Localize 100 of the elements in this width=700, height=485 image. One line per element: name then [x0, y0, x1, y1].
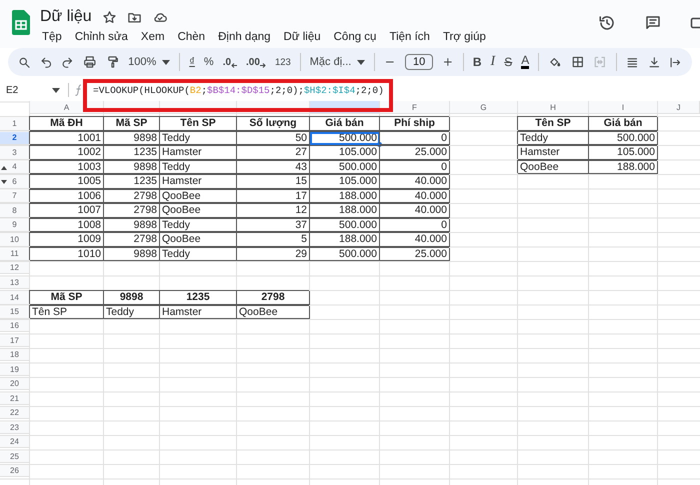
table-cell: Số lượng: [237, 117, 310, 131]
table-cell: 1003: [30, 160, 104, 174]
menu-item[interactable]: Trợ giúp: [440, 29, 492, 45]
row-header[interactable]: 7: [0, 190, 30, 204]
undo-icon[interactable]: [40, 56, 52, 68]
row-header[interactable]: 3: [0, 146, 30, 160]
table-cell: 1008: [30, 218, 104, 232]
font-size-field[interactable]: 10: [404, 54, 434, 70]
column-header[interactable]: J: [658, 101, 700, 114]
formula-text[interactable]: =VLOOKUP(HLOOKUP(B2;$B$14:$D$15;2;0);$H$2:$I$4;2;0): [93, 84, 384, 96]
plus-icon[interactable]: [442, 56, 454, 68]
vertical-align-icon[interactable]: [648, 56, 660, 68]
table-cell: 105.000: [589, 146, 658, 160]
table-cell: 0: [380, 160, 450, 174]
table-cell: 1009: [30, 233, 104, 247]
table-cell: 188.000: [310, 204, 380, 218]
name-box[interactable]: E2: [6, 84, 18, 96]
spreadsheet-logo[interactable]: [12, 10, 30, 35]
menu-item[interactable]: Dữ liệu: [282, 29, 327, 45]
currency-button[interactable]: ₫: [189, 56, 195, 68]
decrease-decimals-button[interactable]: .0: [222, 56, 238, 68]
comment-icon[interactable]: [644, 14, 662, 32]
redo-icon[interactable]: [61, 56, 74, 68]
percent-button[interactable]: %: [204, 56, 214, 68]
row-header[interactable]: 12: [0, 262, 30, 274]
column-header[interactable]: H: [518, 101, 589, 114]
table-cell: 2798: [237, 291, 310, 305]
table-cell: 1235: [104, 146, 160, 160]
menu-item[interactable]: Chèn: [176, 29, 212, 45]
row-header[interactable]: 9: [0, 218, 30, 232]
table-cell: 500.000: [589, 132, 658, 146]
table-cell: 5: [237, 233, 310, 247]
table-cell: 25.000: [380, 248, 450, 262]
table-cell: 2798: [104, 233, 160, 247]
table-cell: Teddy: [160, 160, 237, 174]
row-header[interactable]: 21: [0, 392, 30, 405]
text-color-button[interactable]: A: [521, 55, 530, 69]
menu-item[interactable]: Chỉnh sửa: [72, 29, 134, 45]
borders-icon[interactable]: [570, 55, 584, 69]
search-icon[interactable]: [18, 56, 31, 68]
column-header[interactable]: G: [450, 101, 518, 114]
table-cell: 37: [237, 218, 310, 232]
table-cell: 2798: [104, 204, 160, 218]
increase-decimals-button[interactable]: .00: [246, 56, 266, 68]
row-header[interactable]: 24: [0, 436, 30, 448]
table-cell: 15: [237, 175, 310, 189]
menu-item[interactable]: Định dạng: [216, 29, 277, 45]
row-header[interactable]: 26: [0, 465, 30, 478]
row-header[interactable]: 1: [0, 117, 30, 131]
text-wrap-icon[interactable]: [669, 56, 682, 68]
table-cell: 25.000: [380, 146, 450, 160]
table-cell: 9898: [104, 160, 160, 174]
row-header[interactable]: 16: [0, 320, 30, 332]
document-title[interactable]: Dữ liệu: [40, 8, 92, 26]
menu-item[interactable]: Xem: [138, 29, 171, 45]
menu-item[interactable]: Công cụ: [332, 29, 382, 45]
table-cell: 40.000: [380, 204, 450, 218]
row-header[interactable]: 6: [0, 175, 30, 189]
row-header[interactable]: 13: [0, 276, 30, 289]
row-header[interactable]: 20: [0, 378, 30, 390]
bold-button[interactable]: B: [472, 55, 482, 69]
table-cell: QooBee: [237, 306, 310, 320]
menu-item[interactable]: Tệp: [40, 29, 68, 45]
star-icon[interactable]: [102, 10, 117, 24]
caret-icon: [52, 88, 60, 92]
paint-format-icon[interactable]: [106, 55, 120, 69]
table-cell: Teddy: [160, 132, 237, 146]
row-header[interactable]: 10: [0, 233, 30, 247]
print-icon[interactable]: [82, 55, 97, 69]
menu-item[interactable]: Tiện ích: [387, 29, 436, 45]
table-cell: 17: [237, 190, 310, 204]
hidden-rows-arrow-icon[interactable]: [1, 164, 7, 170]
hidden-rows-arrow-icon[interactable]: [1, 179, 7, 185]
row-header[interactable]: 17: [0, 334, 30, 347]
history-icon[interactable]: [598, 14, 616, 32]
row-header[interactable]: 18: [0, 349, 30, 362]
column-header[interactable]: F: [380, 101, 450, 114]
row-header[interactable]: 23: [0, 422, 30, 434]
row-header[interactable]: 2: [0, 132, 30, 146]
table-cell: Mã SP: [30, 291, 104, 305]
row-header[interactable]: 11: [0, 248, 30, 262]
row-header[interactable]: 14: [0, 291, 30, 305]
italic-button[interactable]: I: [490, 54, 496, 70]
column-header[interactable]: I: [589, 101, 658, 114]
table-cell: Teddy: [160, 218, 237, 232]
table-cell: 1007: [30, 204, 104, 218]
align-icon[interactable]: [626, 56, 639, 68]
table-cell: Teddy: [518, 132, 589, 146]
font-dropdown[interactable]: Mặc đị...: [310, 56, 366, 68]
right-arrow-icon: [260, 62, 266, 68]
row-header[interactable]: 15: [0, 306, 30, 320]
row-header[interactable]: 22: [0, 407, 30, 420]
strikethrough-button[interactable]: S: [504, 55, 512, 69]
row-header[interactable]: 8: [0, 204, 30, 218]
zoom-dropdown[interactable]: 100%: [128, 56, 170, 68]
number-format-button[interactable]: 123: [274, 56, 291, 68]
fill-color-icon[interactable]: [548, 55, 562, 69]
row-header[interactable]: 19: [0, 364, 30, 376]
row-header[interactable]: 4: [0, 160, 30, 174]
row-header[interactable]: 25: [0, 450, 30, 463]
